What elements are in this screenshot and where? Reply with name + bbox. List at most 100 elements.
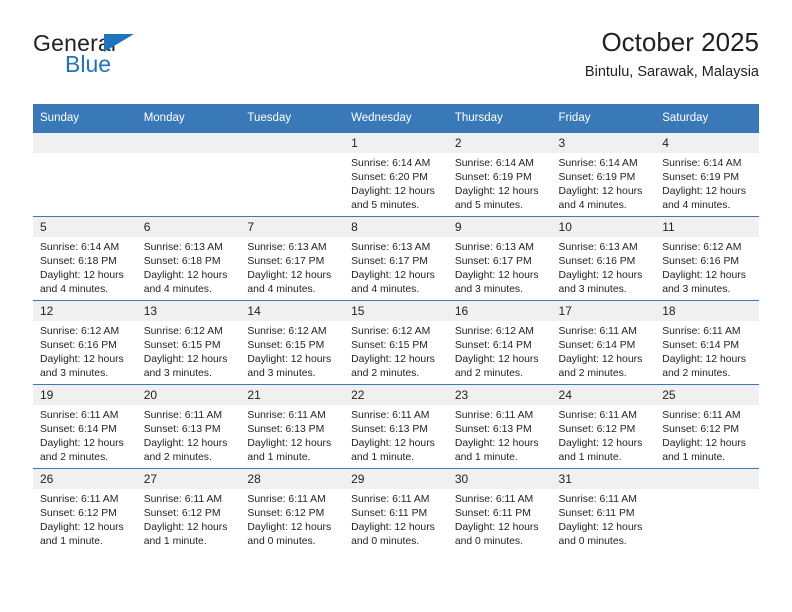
sunset-text: Sunset: 6:15 PM bbox=[143, 340, 221, 352]
daylight-text: Daylight: 12 hours and 2 minutes. bbox=[143, 438, 228, 464]
day-number: 20 bbox=[136, 385, 241, 405]
calendar-day-cell[interactable]: 11 Sunrise: 6:12 AM Sunset: 6:16 PM Dayligh… bbox=[655, 216, 759, 301]
calendar-day-cell[interactable]: 3 Sunrise: 6:14 AM Sunset: 6:19 PM Daylight… bbox=[551, 132, 656, 217]
weekday-header-friday: Friday bbox=[551, 104, 656, 133]
day-number bbox=[136, 133, 241, 153]
daylight-text: Daylight: 12 hours and 1 minute. bbox=[454, 438, 539, 464]
calendar-day-cell[interactable]: 2 Sunrise: 6:14 AM Sunset: 6:19 PM Daylight… bbox=[447, 132, 552, 217]
day-number: 19 bbox=[33, 385, 137, 405]
day-sun-info: Sunrise: 6:11 AM Sunset: 6:12 PM Daylight:… bbox=[655, 405, 759, 465]
calendar-day-cell[interactable]: 22 Sunrise: 6:11 AM Sunset: 6:13 PM Dayligh… bbox=[344, 384, 448, 469]
sunset-text: Sunset: 6:19 PM bbox=[454, 172, 532, 184]
weekday-header-wednesday: Wednesday bbox=[344, 104, 448, 133]
calendar-day-cell[interactable]: 26 Sunrise: 6:11 AM Sunset: 6:12 PM Dayligh… bbox=[33, 468, 137, 552]
sunset-text: Sunset: 6:14 PM bbox=[40, 424, 117, 436]
sunset-text: Sunset: 6:18 PM bbox=[40, 256, 117, 268]
daylight-text: Daylight: 12 hours and 2 minutes. bbox=[454, 354, 539, 380]
sunrise-text: Sunrise: 6:13 AM bbox=[143, 242, 223, 253]
title-block: October 2025 Bintulu, Sarawak, Malaysia bbox=[585, 27, 759, 81]
sunrise-text: Sunrise: 6:12 AM bbox=[40, 326, 120, 337]
calendar-day-cell[interactable]: 12 Sunrise: 6:12 AM Sunset: 6:16 PM Dayligh… bbox=[33, 300, 137, 385]
day-sun-info: Sunrise: 6:13 AM Sunset: 6:17 PM Daylight:… bbox=[344, 237, 448, 297]
calendar-day-cell[interactable]: 10 Sunrise: 6:13 AM Sunset: 6:16 PM Dayligh… bbox=[551, 216, 656, 301]
calendar-day-cell[interactable]: 14 Sunrise: 6:12 AM Sunset: 6:15 PM Dayligh… bbox=[240, 300, 345, 385]
calendar-day-cell[interactable]: 1 Sunrise: 6:14 AM Sunset: 6:20 PM Daylight… bbox=[344, 132, 448, 217]
general-blue-logo[interactable]: General Blue bbox=[33, 32, 213, 88]
day-sun-info: Sunrise: 6:11 AM Sunset: 6:11 PM Daylight:… bbox=[344, 489, 448, 549]
daylight-text: Daylight: 12 hours and 3 minutes. bbox=[662, 270, 746, 296]
day-sun-info: Sunrise: 6:14 AM Sunset: 6:20 PM Daylight:… bbox=[344, 153, 448, 213]
day-number: 23 bbox=[447, 385, 552, 405]
sunrise-text: Sunrise: 6:11 AM bbox=[662, 410, 741, 421]
day-sun-info: Sunrise: 6:11 AM Sunset: 6:12 PM Daylight:… bbox=[33, 489, 137, 549]
sunrise-text: Sunrise: 6:11 AM bbox=[143, 494, 223, 505]
daylight-text: Daylight: 12 hours and 0 minutes. bbox=[247, 522, 332, 548]
calendar-day-cell[interactable]: 30 Sunrise: 6:11 AM Sunset: 6:11 PM Dayligh… bbox=[447, 468, 552, 552]
calendar-day-cell[interactable]: 31 Sunrise: 6:11 AM Sunset: 6:11 PM Dayligh… bbox=[551, 468, 656, 552]
day-sun-info: Sunrise: 6:14 AM Sunset: 6:19 PM Daylight:… bbox=[655, 153, 759, 213]
calendar-day-cell[interactable]: 20 Sunrise: 6:11 AM Sunset: 6:13 PM Dayligh… bbox=[136, 384, 241, 469]
daylight-text: Daylight: 12 hours and 1 minute. bbox=[351, 438, 435, 464]
sunset-text: Sunset: 6:12 PM bbox=[143, 508, 221, 520]
day-sun-info: Sunrise: 6:11 AM Sunset: 6:13 PM Daylight:… bbox=[240, 405, 344, 465]
sunrise-text: Sunrise: 6:12 AM bbox=[662, 242, 742, 253]
logo-text-blue: Blue bbox=[65, 51, 112, 77]
sunrise-text: Sunrise: 6:11 AM bbox=[558, 494, 637, 505]
sunset-text: Sunset: 6:11 PM bbox=[351, 508, 428, 520]
sunset-text: Sunset: 6:13 PM bbox=[143, 424, 221, 436]
sunset-text: Sunset: 6:20 PM bbox=[351, 172, 428, 184]
calendar-week-row: 26 Sunrise: 6:11 AM Sunset: 6:12 PM Dayligh… bbox=[33, 468, 759, 552]
daylight-text: Daylight: 12 hours and 1 minute. bbox=[247, 438, 332, 464]
sunset-text: Sunset: 6:12 PM bbox=[40, 508, 117, 520]
masthead: General Blue October 2025 Bintulu, Saraw… bbox=[33, 27, 759, 96]
weekday-header-thursday: Thursday bbox=[447, 104, 552, 133]
calendar-day-cell[interactable]: 7 Sunrise: 6:13 AM Sunset: 6:17 PM Daylight… bbox=[240, 216, 345, 301]
calendar-day-cell[interactable]: 23 Sunrise: 6:11 AM Sunset: 6:13 PM Dayligh… bbox=[447, 384, 552, 469]
sunset-text: Sunset: 6:12 PM bbox=[247, 508, 325, 520]
sunrise-text: Sunrise: 6:11 AM bbox=[454, 410, 534, 421]
calendar-day-cell[interactable]: 6 Sunrise: 6:13 AM Sunset: 6:18 PM Daylight… bbox=[136, 216, 241, 301]
sunrise-text: Sunrise: 6:11 AM bbox=[558, 326, 637, 337]
calendar-day-cell[interactable]: 9 Sunrise: 6:13 AM Sunset: 6:17 PM Daylight… bbox=[447, 216, 552, 301]
calendar-day-cell[interactable]: 24 Sunrise: 6:11 AM Sunset: 6:12 PM Dayligh… bbox=[551, 384, 656, 469]
calendar-day-cell[interactable]: 4 Sunrise: 6:14 AM Sunset: 6:19 PM Daylight… bbox=[655, 132, 759, 217]
day-number: 28 bbox=[240, 469, 345, 489]
calendar-day-cell[interactable]: 21 Sunrise: 6:11 AM Sunset: 6:13 PM Dayligh… bbox=[240, 384, 345, 469]
sunrise-text: Sunrise: 6:11 AM bbox=[143, 410, 223, 421]
calendar-day-cell[interactable]: 29 Sunrise: 6:11 AM Sunset: 6:11 PM Dayligh… bbox=[344, 468, 448, 552]
calendar-day-cell[interactable]: 28 Sunrise: 6:11 AM Sunset: 6:12 PM Dayligh… bbox=[240, 468, 345, 552]
calendar-week-row: 1 Sunrise: 6:14 AM Sunset: 6:20 PM Daylight… bbox=[33, 132, 759, 217]
calendar-day-cell[interactable]: 5 Sunrise: 6:14 AM Sunset: 6:18 PM Daylight… bbox=[33, 216, 137, 301]
day-sun-info: Sunrise: 6:12 AM Sunset: 6:16 PM Daylight:… bbox=[655, 237, 759, 297]
daylight-text: Daylight: 12 hours and 5 minutes. bbox=[454, 186, 539, 212]
day-number: 27 bbox=[136, 469, 241, 489]
calendar-day-cell[interactable]: 8 Sunrise: 6:13 AM Sunset: 6:17 PM Daylight… bbox=[344, 216, 448, 301]
day-sun-info: Sunrise: 6:11 AM Sunset: 6:12 PM Daylight:… bbox=[552, 405, 656, 465]
day-sun-info: Sunrise: 6:11 AM Sunset: 6:12 PM Daylight:… bbox=[240, 489, 344, 549]
sunrise-text: Sunrise: 6:11 AM bbox=[247, 410, 326, 421]
day-sun-info: Sunrise: 6:14 AM Sunset: 6:18 PM Daylight:… bbox=[33, 237, 137, 297]
sunrise-text: Sunrise: 6:11 AM bbox=[558, 410, 637, 421]
calendar-day-cell[interactable]: 19 Sunrise: 6:11 AM Sunset: 6:14 PM Dayligh… bbox=[33, 384, 137, 469]
day-number: 18 bbox=[655, 301, 759, 321]
calendar-day-cell[interactable]: 17 Sunrise: 6:11 AM Sunset: 6:14 PM Dayligh… bbox=[551, 300, 656, 385]
calendar-day-cell[interactable]: 15 Sunrise: 6:12 AM Sunset: 6:15 PM Dayligh… bbox=[344, 300, 448, 385]
weekday-header-tuesday: Tuesday bbox=[240, 104, 345, 133]
sunrise-text: Sunrise: 6:12 AM bbox=[351, 326, 431, 337]
sunset-text: Sunset: 6:12 PM bbox=[662, 424, 740, 436]
calendar-day-cell[interactable]: 16 Sunrise: 6:12 AM Sunset: 6:14 PM Dayligh… bbox=[447, 300, 552, 385]
daylight-text: Daylight: 12 hours and 3 minutes. bbox=[454, 270, 539, 296]
calendar-day-cell[interactable]: 27 Sunrise: 6:11 AM Sunset: 6:12 PM Dayligh… bbox=[136, 468, 241, 552]
day-number: 21 bbox=[240, 385, 345, 405]
weekday-header-row: Sunday Monday Tuesday Wednesday Thursday Frid… bbox=[33, 104, 759, 133]
calendar-day-cell[interactable]: 18 Sunrise: 6:11 AM Sunset: 6:14 PM Dayligh… bbox=[655, 300, 759, 385]
sunset-text: Sunset: 6:13 PM bbox=[247, 424, 325, 436]
daylight-text: Daylight: 12 hours and 3 minutes. bbox=[247, 354, 332, 380]
sunrise-text: Sunrise: 6:13 AM bbox=[454, 242, 534, 253]
calendar-day-cell[interactable]: 13 Sunrise: 6:12 AM Sunset: 6:15 PM Dayligh… bbox=[136, 300, 241, 385]
day-number: 7 bbox=[240, 217, 345, 237]
calendar-day-cell[interactable]: 25 Sunrise: 6:11 AM Sunset: 6:12 PM Dayligh… bbox=[655, 384, 759, 469]
day-sun-info: Sunrise: 6:11 AM Sunset: 6:14 PM Daylight:… bbox=[33, 405, 137, 465]
daylight-text: Daylight: 12 hours and 2 minutes. bbox=[662, 354, 746, 380]
daylight-text: Daylight: 12 hours and 0 minutes. bbox=[454, 522, 539, 548]
